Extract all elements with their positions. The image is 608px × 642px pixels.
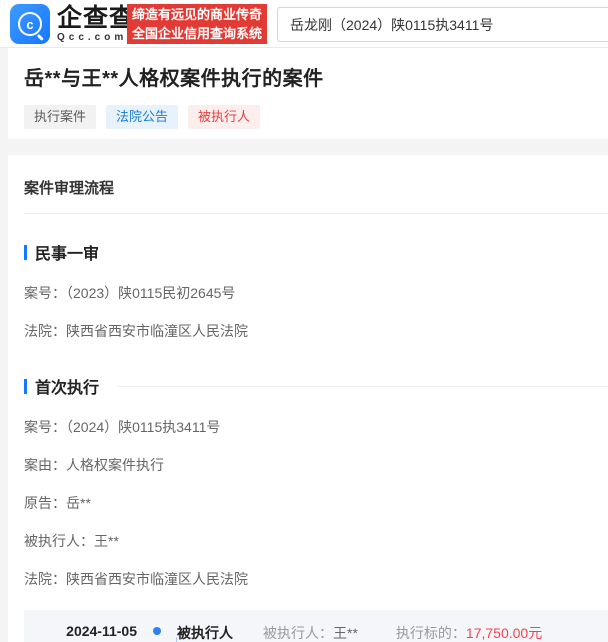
magnifier-icon: c xyxy=(18,12,42,36)
qcc-logo[interactable]: c 企查查 Qcc.com xyxy=(10,4,135,44)
field-value: 王** xyxy=(94,533,119,549)
timeline-node xyxy=(137,623,177,635)
blue-bar-icon xyxy=(24,379,27,394)
section-heading-civil-first-trial: 民事一审 xyxy=(24,240,608,264)
tag-row: 执行案件 法院公告 被执行人 xyxy=(24,105,592,129)
field-label: 法院： xyxy=(24,323,66,339)
field-value: 陕西省西安市临潼区人民法院 xyxy=(66,571,248,587)
divider xyxy=(24,213,608,214)
timeline-details: 被执行人：王** 执行标的：17,750.00元 xyxy=(263,623,542,642)
section-heading-label: 首次执行 xyxy=(35,374,99,398)
section-heading-first-execution: 首次执行 xyxy=(24,374,608,398)
section-heading-label: 民事一审 xyxy=(35,240,99,264)
brand-domain: Qcc.com xyxy=(57,33,135,43)
field-court: 法院：陕西省西安市临潼区人民法院 xyxy=(24,570,608,588)
field-case-number: 案号：（2024）陕0115执3411号 xyxy=(24,418,608,436)
page-title: 岳**与王**人格权案件执行的案件 xyxy=(24,62,592,91)
field-value: 陕西省西安市临潼区人民法院 xyxy=(66,323,248,339)
case-flow-card: 案件审理流程 民事一审 案号：（2023）陕0115民初2645号 法院：陕西省… xyxy=(8,155,608,642)
field-value: 岳** xyxy=(66,495,91,511)
slogan-line-1: 缔造有远见的商业传奇 xyxy=(132,5,262,24)
timeline-date: 2024-11-05 xyxy=(24,623,137,639)
detail-execution-amount: 执行标的：17,750.00元 xyxy=(396,623,542,642)
timeline-row-person-executed: 2024-11-05 被执行人 被执行人：王** 执行标的：17,750.00元 xyxy=(24,623,608,642)
detail-value-amount: 17,750.00元 xyxy=(466,625,542,641)
blue-bar-icon xyxy=(24,245,27,260)
field-value: （2024）陕0115执3411号 xyxy=(66,419,220,435)
field-person-executed: 被执行人：王** xyxy=(24,532,608,550)
timeline-event[interactable]: 被执行人 xyxy=(177,623,263,642)
case-title-card: 岳**与王**人格权案件执行的案件 执行案件 法院公告 被执行人 xyxy=(8,48,608,139)
section-title-case-flow: 案件审理流程 xyxy=(24,177,608,198)
field-label: 被执行人： xyxy=(24,533,94,549)
field-case-number: 案号：（2023）陕0115民初2645号 xyxy=(24,284,608,302)
field-cause: 案由：人格权案件执行 xyxy=(24,456,608,474)
field-label: 原告： xyxy=(24,495,66,511)
slogan-banner: 缔造有远见的商业传奇 全国企业信用查询系统 xyxy=(127,4,267,44)
field-label: 案号： xyxy=(24,285,66,301)
field-label: 法院： xyxy=(24,571,66,587)
tag-execution-case[interactable]: 执行案件 xyxy=(24,105,96,129)
divider xyxy=(117,386,608,387)
field-plaintiff: 原告：岳** xyxy=(24,494,608,512)
detail-label: 被执行人： xyxy=(263,625,333,641)
field-value: （2023）陕0115民初2645号 xyxy=(66,285,235,301)
top-header: c 企查查 Qcc.com 缔造有远见的商业传奇 全国企业信用查询系统 xyxy=(0,0,608,48)
detail-person-executed: 被执行人：王** xyxy=(263,623,358,642)
tag-court-announcement[interactable]: 法院公告 xyxy=(106,105,178,129)
qcc-logo-icon: c xyxy=(10,4,50,44)
field-label: 案由： xyxy=(24,457,66,473)
logo-text: 企查查 Qcc.com xyxy=(57,6,135,43)
tag-person-executed[interactable]: 被执行人 xyxy=(188,105,260,129)
slogan-line-2: 全国企业信用查询系统 xyxy=(132,24,262,43)
brand-name: 企查查 xyxy=(57,6,135,31)
detail-label: 执行标的： xyxy=(396,625,466,641)
field-court: 法院：陕西省西安市临潼区人民法院 xyxy=(24,322,608,340)
field-value: 人格权案件执行 xyxy=(66,457,164,473)
case-timeline: 2024-11-05 被执行人 被执行人：王** 执行标的：17,750.00元… xyxy=(24,610,608,642)
search-input[interactable] xyxy=(277,7,608,42)
field-label: 案号： xyxy=(24,419,66,435)
timeline-dot-icon xyxy=(153,627,161,635)
detail-value: 王** xyxy=(333,625,358,641)
